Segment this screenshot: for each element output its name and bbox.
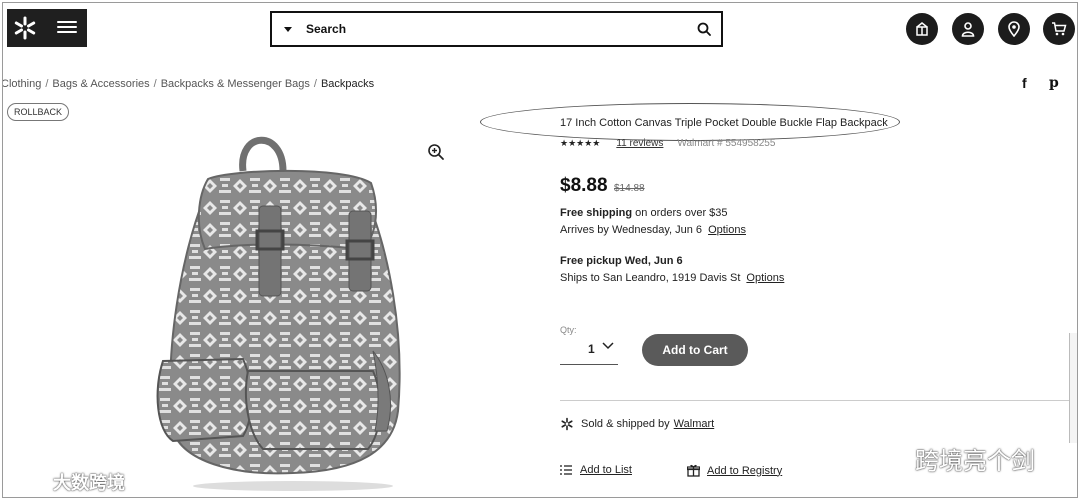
pinterest-share-icon[interactable]: p bbox=[1049, 75, 1059, 91]
add-to-registry-label[interactable]: Add to Registry bbox=[707, 465, 782, 477]
pickup-options-link[interactable]: Options bbox=[746, 272, 784, 284]
breadcrumb-item-backpacks-messenger[interactable]: Backpacks & Messenger Bags bbox=[161, 78, 310, 90]
watermark-right-text: 跨境亮个剑 bbox=[915, 448, 1035, 475]
scrollbar[interactable] bbox=[1069, 333, 1077, 443]
zoom-icon[interactable] bbox=[427, 143, 445, 161]
shipping-options-link[interactable]: Options bbox=[708, 224, 746, 236]
watermark-logo-icon bbox=[9, 473, 49, 491]
breadcrumb-current: Backpacks bbox=[320, 78, 375, 90]
chevron-down-icon[interactable] bbox=[602, 340, 614, 352]
search-input[interactable]: Search bbox=[306, 22, 346, 36]
header-logo-bar bbox=[7, 9, 87, 47]
gift-registry-icon[interactable] bbox=[906, 13, 938, 45]
current-price: $8.88 bbox=[560, 175, 608, 196]
list-icon bbox=[560, 465, 572, 475]
free-shipping-detail: on orders over $35 bbox=[632, 207, 728, 219]
breadcrumb-separator: / bbox=[153, 78, 157, 90]
free-shipping-label: Free shipping bbox=[560, 207, 633, 219]
search-bar[interactable]: Search bbox=[270, 11, 723, 47]
breadcrumb-item-bags[interactable]: Bags & Accessories bbox=[52, 78, 149, 90]
seller-link[interactable]: Walmart bbox=[674, 418, 715, 430]
was-price: $14.88 bbox=[614, 183, 645, 194]
sold-by-prefix: Sold & shipped by bbox=[581, 418, 670, 430]
department-dropdown-icon[interactable] bbox=[284, 26, 292, 32]
product-title: 17 Inch Cotton Canvas Triple Pocket Doub… bbox=[560, 117, 888, 129]
account-icon[interactable] bbox=[952, 13, 984, 45]
breadcrumb-separator: / bbox=[45, 78, 49, 90]
walmart-spark-small-icon bbox=[561, 417, 573, 431]
menu-icon[interactable] bbox=[57, 18, 77, 38]
add-to-registry-link[interactable]: Add to Registry bbox=[687, 464, 782, 477]
watermark-left-text: 大数跨境 bbox=[53, 473, 125, 493]
rollback-badge: ROLLBACK bbox=[7, 103, 70, 121]
quantity-value[interactable]: 1 bbox=[588, 342, 595, 356]
reviews-link[interactable]: 11 reviews bbox=[616, 138, 663, 149]
add-to-list-link[interactable]: Add to List bbox=[560, 464, 632, 476]
star-rating[interactable]: ★★★★★ bbox=[560, 138, 600, 149]
pickup-line: Free pickup Wed, Jun 6 bbox=[560, 255, 683, 267]
breadcrumb: Clothing / Bags & Accessories / Backpacks & … bbox=[3, 78, 375, 90]
watermark-right: 跨境亮个剑 bbox=[863, 441, 1035, 476]
arrives-text: Arrives by Wednesday, Jun 6 bbox=[560, 224, 703, 236]
product-image[interactable] bbox=[143, 131, 413, 491]
sold-by-line: Sold & shipped by Walmart bbox=[560, 417, 714, 431]
cart-icon[interactable] bbox=[1043, 13, 1075, 45]
page-frame: Search Clothing / Bags & Accessories / Backp… bbox=[2, 2, 1078, 498]
breadcrumb-separator: / bbox=[313, 78, 317, 90]
walmart-item-number: Walmart # 554958255 bbox=[677, 138, 776, 149]
rating-row: ★★★★★ 11 reviews Walmart # 554958255 bbox=[560, 138, 775, 149]
facebook-share-icon[interactable]: f bbox=[1022, 75, 1027, 91]
breadcrumb-item-clothing[interactable]: Clothing bbox=[3, 78, 41, 90]
quantity-select[interactable]: 1 bbox=[560, 337, 618, 365]
qty-label: Qty: bbox=[560, 325, 577, 335]
free-pickup-label: Free pickup Wed, Jun 6 bbox=[560, 255, 683, 267]
free-shipping-line: Free shipping on orders over $35 bbox=[560, 207, 728, 219]
walmart-spark-icon[interactable] bbox=[11, 14, 39, 42]
section-divider bbox=[560, 400, 1077, 401]
location-icon[interactable] bbox=[998, 13, 1030, 45]
watermark-left: 大数跨境 bbox=[9, 469, 125, 495]
ships-to-line: Ships to San Leandro, 1919 Davis St Optio… bbox=[560, 272, 784, 284]
add-to-cart-button[interactable]: Add to Cart bbox=[642, 334, 748, 366]
search-icon[interactable] bbox=[697, 22, 711, 36]
ships-to-text: Ships to San Leandro, 1919 Davis St bbox=[560, 272, 741, 284]
gift-icon bbox=[687, 464, 700, 477]
add-to-list-label[interactable]: Add to List bbox=[580, 464, 632, 476]
wechat-icon bbox=[863, 444, 906, 473]
arrives-line: Arrives by Wednesday, Jun 6 Options bbox=[560, 224, 746, 236]
